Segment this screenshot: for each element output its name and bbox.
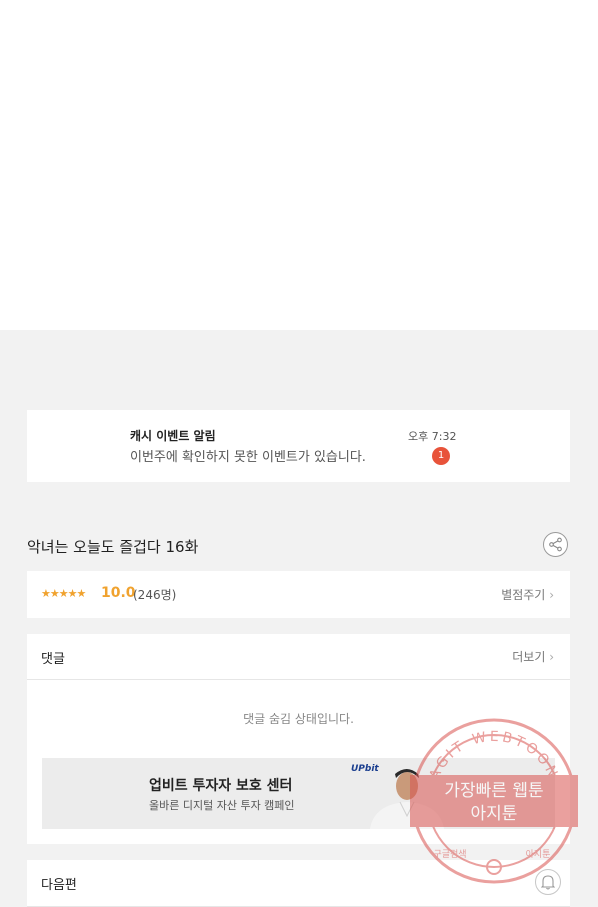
rating-count: (246명) xyxy=(133,588,177,602)
share-button[interactable] xyxy=(543,532,568,557)
watermark-stamp: AGIT WEBTOON 가장빠른 웹툰 아지툰 구글검색 아지툰 xyxy=(410,718,578,884)
watermark-line2: 아지툰 xyxy=(471,804,518,824)
rate-button-label: 별점주기 xyxy=(501,588,546,602)
comment-header: 댓글 더보기 › xyxy=(27,634,570,680)
watermark-line1: 가장빠른 웹툰 xyxy=(444,781,543,801)
event-notification[interactable]: 캐시 이벤트 알림 이번주에 확인하지 못한 이벤트가 있습니다. 오후 7:3… xyxy=(27,410,570,482)
event-message: 이번주에 확인하지 못한 이벤트가 있습니다. xyxy=(130,450,366,465)
watermark-bottom-right: 아지툰 xyxy=(526,849,551,860)
ad-subtitle: 올바른 디지털 자산 투자 캠페인 xyxy=(149,799,295,812)
ad-title: 업비트 투자자 보호 센터 xyxy=(149,778,293,794)
content-image-area xyxy=(0,0,598,330)
notification-badge: 1 xyxy=(432,447,450,465)
event-title: 캐시 이벤트 알림 xyxy=(130,429,216,443)
watermark-bottom-left: 구글검색 xyxy=(433,848,466,860)
rating-bar: ★★★★★ 10.0 (246명) 별점주기 › xyxy=(27,571,570,618)
more-button-label: 더보기 xyxy=(512,650,546,664)
rating-score: 10.0 xyxy=(101,585,136,601)
event-time: 오후 7:32 xyxy=(408,430,457,443)
share-icon xyxy=(549,537,562,552)
episode-title: 악녀는 오늘도 즐겁다 16화 xyxy=(27,538,199,556)
rating-stars: ★★★★★ xyxy=(41,587,86,600)
comment-title: 댓글 xyxy=(41,652,65,667)
next-episode-label: 다음편 xyxy=(41,878,77,893)
chevron-right-icon: › xyxy=(549,588,554,602)
more-comments-button[interactable]: 더보기 › xyxy=(512,648,554,665)
chevron-right-icon: › xyxy=(549,650,554,664)
rate-button[interactable]: 별점주기 › xyxy=(501,586,554,603)
